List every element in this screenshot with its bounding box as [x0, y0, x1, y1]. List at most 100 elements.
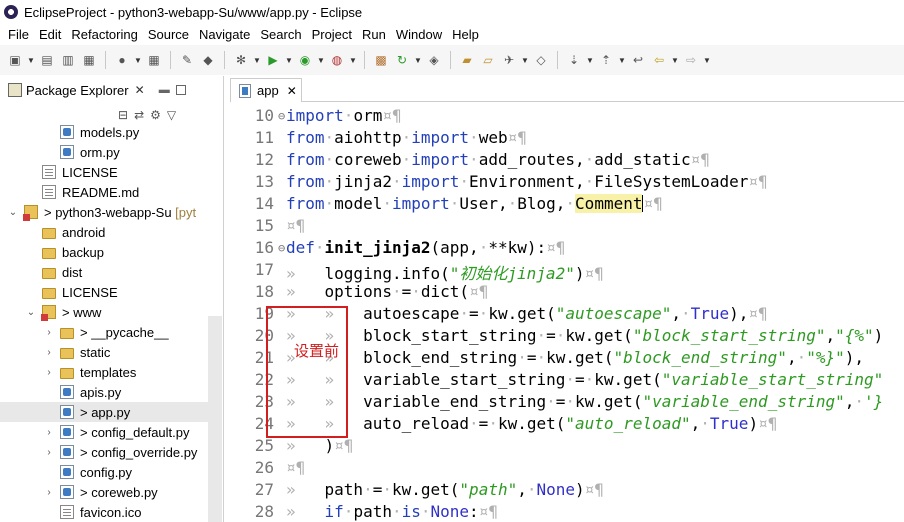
tree-item[interactable]: › static [0, 342, 208, 362]
code-line[interactable]: 18» options·=·dict(¤¶ [238, 280, 904, 302]
external-tools-icon[interactable]: ◍ [328, 51, 346, 69]
code-line[interactable]: 15 ¤¶ [238, 214, 904, 236]
tree-item[interactable]: backup [0, 242, 208, 262]
run-icon[interactable]: ▶ [264, 51, 282, 69]
minimize-icon[interactable]: ▬ [159, 84, 170, 96]
title-bar: EclipseProject - python3-webapp-Su/www/a… [0, 0, 904, 24]
editor-tab-app[interactable]: app ✕ [230, 78, 302, 102]
back-icon[interactable]: ⇦ [650, 51, 668, 69]
menu-source[interactable]: Source [144, 27, 195, 42]
chevron-down-icon[interactable]: ⌄ [8, 207, 18, 218]
tree-item[interactable]: › templates [0, 362, 208, 382]
chevron-right-icon[interactable]: › [44, 447, 54, 458]
menu-window[interactable]: Window [392, 27, 448, 42]
save-icon[interactable]: ▤ [38, 51, 56, 69]
code-line[interactable]: 26 ¤¶ [238, 456, 904, 478]
chevron-down-icon[interactable]: ▼ [134, 51, 142, 69]
chevron-down-icon[interactable]: ⌄ [26, 307, 36, 318]
open-folder-icon[interactable]: ▰ [458, 51, 476, 69]
tree-item[interactable]: › > config_override.py [0, 442, 208, 462]
new-icon[interactable]: ▣ [6, 51, 24, 69]
tree-item[interactable]: apis.py [0, 382, 208, 402]
menu-navigate[interactable]: Navigate [195, 27, 256, 42]
tree-item[interactable]: › > config_default.py [0, 422, 208, 442]
chevron-down-icon[interactable]: ▼ [349, 51, 357, 69]
collapse-all-icon[interactable]: ⊟ [118, 108, 128, 122]
tree-item[interactable]: README.md [0, 182, 208, 202]
chevron-down-icon[interactable]: ▼ [27, 51, 35, 69]
chevron-right-icon[interactable]: › [44, 427, 54, 438]
chevron-right-icon[interactable]: › [44, 367, 54, 378]
tree-item[interactable]: LICENSE [0, 282, 208, 302]
coverage-icon[interactable]: ◉ [296, 51, 314, 69]
tree-item[interactable]: LICENSE [0, 162, 208, 182]
code-line[interactable]: 14 from·model·import·User,·Blog,·Comment¤… [238, 192, 904, 214]
tree-item[interactable]: › > coreweb.py [0, 482, 208, 502]
chevron-down-icon[interactable]: ▼ [253, 51, 261, 69]
chevron-right-icon[interactable]: › [44, 347, 54, 358]
chevron-down-icon[interactable]: ▼ [285, 51, 293, 69]
code-token: = [372, 480, 383, 499]
code-line[interactable]: 12 from·coreweb·import·add_routes,·add_st… [238, 148, 904, 170]
print-icon[interactable]: ▦ [80, 51, 98, 69]
open-type-icon[interactable]: ◈ [425, 51, 443, 69]
tree-item[interactable]: › > __pycache__ [0, 322, 208, 342]
chevron-down-icon[interactable]: ▼ [618, 51, 626, 69]
next-annotation-icon[interactable]: ⇣ [565, 51, 583, 69]
chevron-right-icon[interactable]: › [44, 327, 54, 338]
last-edit-icon[interactable]: ↩ [629, 51, 647, 69]
chevron-down-icon[interactable]: ▼ [671, 51, 679, 69]
tree-item[interactable]: android [0, 222, 208, 242]
menu-help[interactable]: Help [448, 27, 485, 42]
save-all-icon[interactable]: ▥ [59, 51, 77, 69]
open-folder-2-icon[interactable]: ▱ [479, 51, 497, 69]
tree-item[interactable]: orm.py [0, 142, 208, 162]
code-line[interactable]: 27» path·=·kw.get("path",·None)¤¶ [238, 478, 904, 500]
tree-scrollbar[interactable] [208, 316, 222, 522]
menu-edit[interactable]: Edit [35, 27, 67, 42]
refresh-icon[interactable]: ↻ [393, 51, 411, 69]
filters-icon[interactable]: ⚙ [150, 108, 161, 122]
tree-item[interactable]: dist [0, 262, 208, 282]
package-explorer-tab[interactable]: Package Explorer ✕ ▬ [2, 78, 220, 102]
link-with-editor-icon[interactable]: ⇄ [134, 108, 144, 122]
tree-item[interactable]: ⌄ > www [0, 302, 208, 322]
chevron-down-icon[interactable]: ▼ [521, 51, 529, 69]
chevron-right-icon[interactable]: › [44, 487, 54, 498]
code-line[interactable]: 28» if·path·is·None:¤¶ [238, 500, 904, 522]
pin-icon[interactable]: ◇ [532, 51, 550, 69]
forward-icon[interactable]: ⇨ [682, 51, 700, 69]
search-icon[interactable]: ✈ [500, 51, 518, 69]
maximize-icon[interactable] [175, 85, 186, 95]
tree-item[interactable]: > app.py [0, 402, 208, 422]
menu-refactoring[interactable]: Refactoring [67, 27, 143, 42]
code-line[interactable]: 13 from·jinja2·import·Environment,·FileSy… [238, 170, 904, 192]
menu-search[interactable]: Search [256, 27, 307, 42]
tree-item[interactable]: ⌄ > python3-webapp-Su [pyt [0, 202, 208, 222]
chevron-down-icon[interactable]: ▼ [414, 51, 422, 69]
prev-annotation-icon[interactable]: ⇡ [597, 51, 615, 69]
menu-file[interactable]: File [4, 27, 35, 42]
tree-item[interactable]: models.py [0, 122, 208, 142]
view-menu-icon[interactable]: ▽ [167, 108, 176, 122]
close-icon[interactable]: ✕ [135, 83, 145, 97]
tree-item[interactable]: config.py [0, 462, 208, 482]
edit-icon[interactable]: ✎ [178, 51, 196, 69]
package-icon[interactable]: ▩ [372, 51, 390, 69]
menu-run[interactable]: Run [358, 27, 392, 42]
debug-icon[interactable]: ✻ [232, 51, 250, 69]
code-line[interactable]: 10 ⊖ import·orm¤¶ [238, 104, 904, 126]
chevron-down-icon[interactable]: ▼ [317, 51, 325, 69]
chevron-down-icon[interactable]: ▼ [586, 51, 594, 69]
code-line[interactable]: 16 ⊖ def·init_jinja2(app,·**kw):¤¶ [238, 236, 904, 258]
grid-icon[interactable]: ▦ [145, 51, 163, 69]
tree-item[interactable]: favicon.ico [0, 502, 208, 522]
python-icon[interactable]: ◆ [199, 51, 217, 69]
code-line[interactable]: 11 from·aiohttp·import·web¤¶ [238, 126, 904, 148]
code-token: if [324, 502, 344, 521]
code-line[interactable]: 17» logging.info("初始化jinja2")¤¶ [238, 258, 904, 283]
close-icon[interactable]: ✕ [287, 84, 297, 98]
menu-project[interactable]: Project [308, 27, 358, 42]
chevron-down-icon[interactable]: ▼ [703, 51, 711, 69]
user-icon[interactable]: ● [113, 51, 131, 69]
